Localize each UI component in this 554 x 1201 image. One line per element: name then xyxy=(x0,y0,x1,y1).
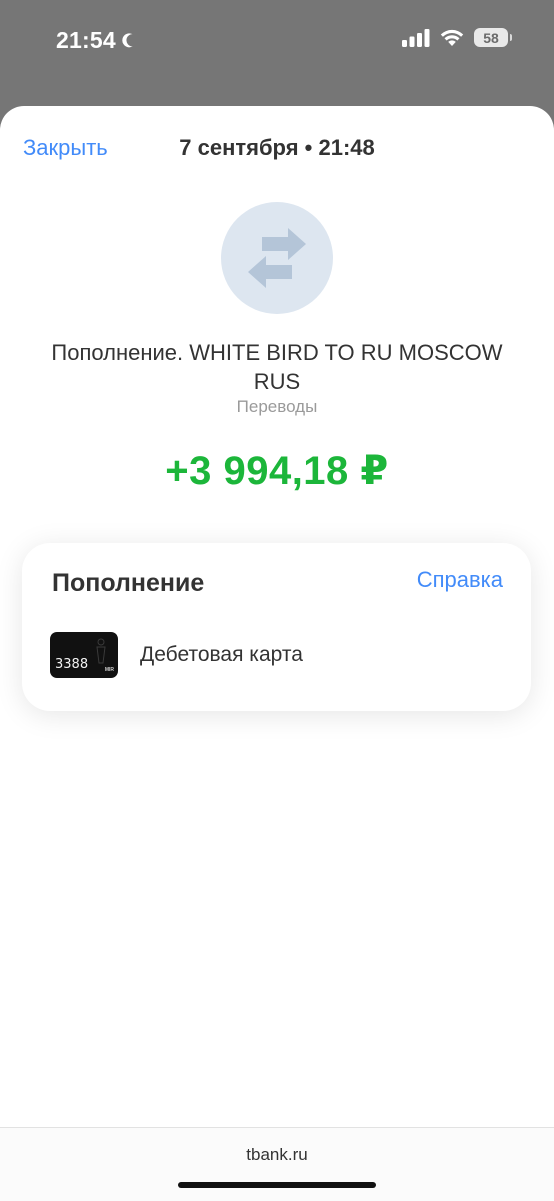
card-emblem-icon xyxy=(96,638,106,664)
moon-icon xyxy=(122,32,133,47)
account-label: Дебетовая карта xyxy=(140,643,303,666)
details-heading: Пополнение xyxy=(52,569,205,597)
cellular-signal-icon xyxy=(402,28,430,47)
operation-sheet: Закрыть 7 сентября • 21:48 Пополнение. W… xyxy=(0,106,554,1200)
card-last4: 3388 xyxy=(55,657,89,672)
help-link[interactable]: Справка xyxy=(417,567,503,593)
status-time: 21:54 xyxy=(56,27,140,54)
operation-icon xyxy=(221,202,333,314)
card-thumbnail: 3388 MIR xyxy=(50,632,118,678)
home-indicator[interactable] xyxy=(178,1182,376,1188)
transfer-arrows-icon xyxy=(248,228,306,288)
amount: +3 994,18 ₽ xyxy=(165,449,389,493)
url-text[interactable]: tbank.ru xyxy=(0,1145,554,1165)
sheet-title: 7 сентября • 21:48 xyxy=(179,135,375,160)
details-card: Пополнение Справка 3388 MIR Дебетовая ка… xyxy=(22,543,531,711)
status-indicators: 58 xyxy=(402,28,512,47)
battery-icon: 58 xyxy=(474,28,512,47)
wifi-icon xyxy=(440,29,464,46)
clock-text: 21:54 xyxy=(56,27,116,53)
account-row[interactable]: 3388 MIR Дебетовая карта xyxy=(50,631,510,679)
battery-level: 58 xyxy=(483,29,499,46)
card-brand: MIR xyxy=(104,667,114,673)
merchant-name: Пополнение. WHITE BIRD TO RU MOSCOW RUS xyxy=(51,340,503,394)
category-label: Переводы xyxy=(236,397,318,416)
browser-bar: tbank.ru xyxy=(0,1127,554,1201)
status-bar: 21:54 58 xyxy=(0,0,554,84)
